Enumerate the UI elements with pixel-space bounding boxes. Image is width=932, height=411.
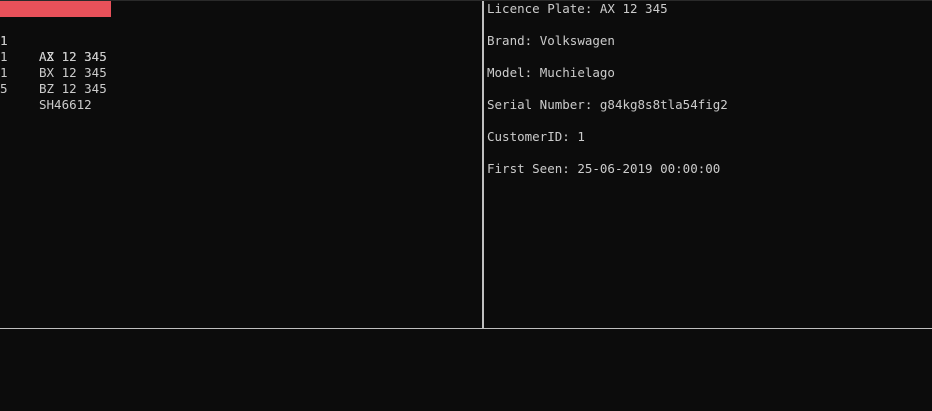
row-licence-plate: BZ 12 345	[39, 81, 107, 96]
vehicle-list-row[interactable]: 1 BX 12 345	[0, 33, 482, 80]
serial-number-detail: Serial Number: g84kg8s8tla54fig2	[487, 97, 927, 129]
customer-id-detail: CustomerID: 1	[487, 129, 927, 161]
row-licence-plate: SH46612	[39, 97, 92, 112]
model-value: Muchielago	[539, 65, 615, 80]
vehicle-list-row[interactable]: 1 AX 12 345	[0, 1, 482, 64]
serial-number-label: Serial Number:	[487, 97, 593, 112]
customer-id-value: 1	[577, 129, 585, 144]
vehicle-details-pane: Licence Plate: AX 12 345 Brand: Volkswag…	[487, 1, 927, 328]
first-seen-detail: First Seen: 25-06-2019 00:00:00	[487, 161, 927, 193]
selection-highlight	[0, 1, 111, 17]
vehicle-list-row[interactable]: 1 AZ 12 345	[0, 17, 482, 64]
customer-id-label: CustomerID:	[487, 129, 570, 144]
first-seen-value: 25-06-2019 00:00:00	[577, 161, 721, 176]
brand-label: Brand:	[487, 33, 533, 48]
first-seen-label: First Seen:	[487, 161, 570, 176]
vehicle-list-row[interactable]: 1 BZ 12 345	[0, 49, 482, 96]
licence-plate-value: AX 12 345	[599, 1, 668, 16]
licence-plate-detail: Licence Plate: AX 12 345	[487, 1, 927, 33]
brand-value: Volkswagen	[539, 33, 615, 48]
model-detail: Model: Muchielago	[487, 65, 927, 97]
pane-divider-vertical	[482, 1, 484, 329]
serial-number-value: g84kg8s8tla54fig2	[599, 97, 728, 112]
vehicle-list-row[interactable]: 5 SH46612	[0, 65, 482, 112]
model-label: Model:	[487, 65, 533, 80]
command-pane[interactable]	[0, 330, 932, 411]
brand-detail: Brand: Volkswagen	[487, 33, 927, 65]
pane-divider-horizontal	[0, 328, 932, 329]
licence-plate-label: Licence Plate:	[487, 1, 593, 16]
row-customer-id: 5	[0, 81, 8, 96]
vehicle-list-pane[interactable]: 1 AX 12 345 1 AZ 12 345 1 BX 12 345 1 BZ…	[0, 1, 482, 328]
